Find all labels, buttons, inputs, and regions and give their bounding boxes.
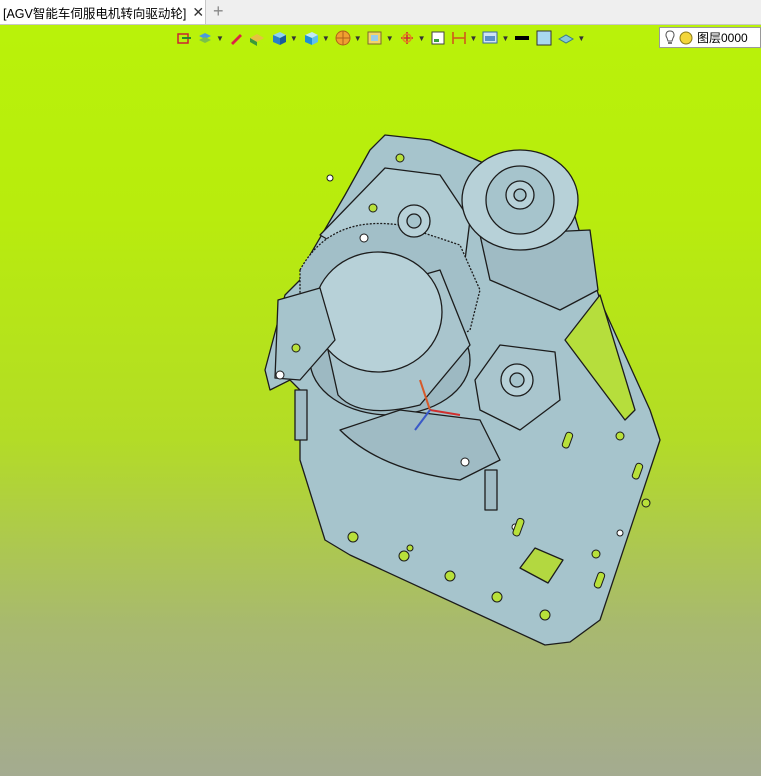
cad-model[interactable] <box>0 25 761 776</box>
frame-icon[interactable]: ▼ <box>366 28 394 48</box>
pen-icon[interactable] <box>228 28 244 48</box>
document-tab-title: [AGV智能车伺服电机转向驱动轮] <box>3 6 187 21</box>
shaded-cube-icon[interactable]: ▼ <box>270 28 298 48</box>
layer-selector[interactable]: 图层0000 <box>659 27 761 48</box>
plane-icon[interactable]: ▼ <box>557 28 585 48</box>
document-tab[interactable]: [AGV智能车伺服电机转向驱动轮] ✕ <box>0 0 206 24</box>
dimension-icon[interactable]: ▼ <box>450 28 477 48</box>
fit-icon[interactable] <box>430 28 446 48</box>
view-cube-icon[interactable]: ▼ <box>302 28 330 48</box>
color-black-icon[interactable] <box>513 28 531 48</box>
document-tab-bar: [AGV智能车伺服电机转向驱动轮] ✕ + <box>0 0 761 25</box>
sphere-icon[interactable]: ▼ <box>334 28 362 48</box>
render-icon[interactable] <box>248 28 266 48</box>
motor-top <box>313 251 443 373</box>
layers-icon[interactable]: ▼ <box>196 28 224 48</box>
layer-color-icon <box>679 31 693 44</box>
close-icon[interactable]: ✕ <box>192 4 204 21</box>
lightbulb-icon <box>665 29 675 44</box>
view-toolbar: ▼ ▼ ▼ ▼ ▼ ▼ ▼ ▼ ▼ <box>176 26 589 50</box>
axes-icon[interactable]: ▼ <box>398 28 426 48</box>
add-tab-icon[interactable]: + <box>213 1 224 22</box>
exit-icon[interactable] <box>176 28 192 48</box>
layer-name: 图层0000 <box>697 31 748 45</box>
fill-color-icon[interactable] <box>535 28 553 48</box>
display-icon[interactable]: ▼ <box>481 28 509 48</box>
